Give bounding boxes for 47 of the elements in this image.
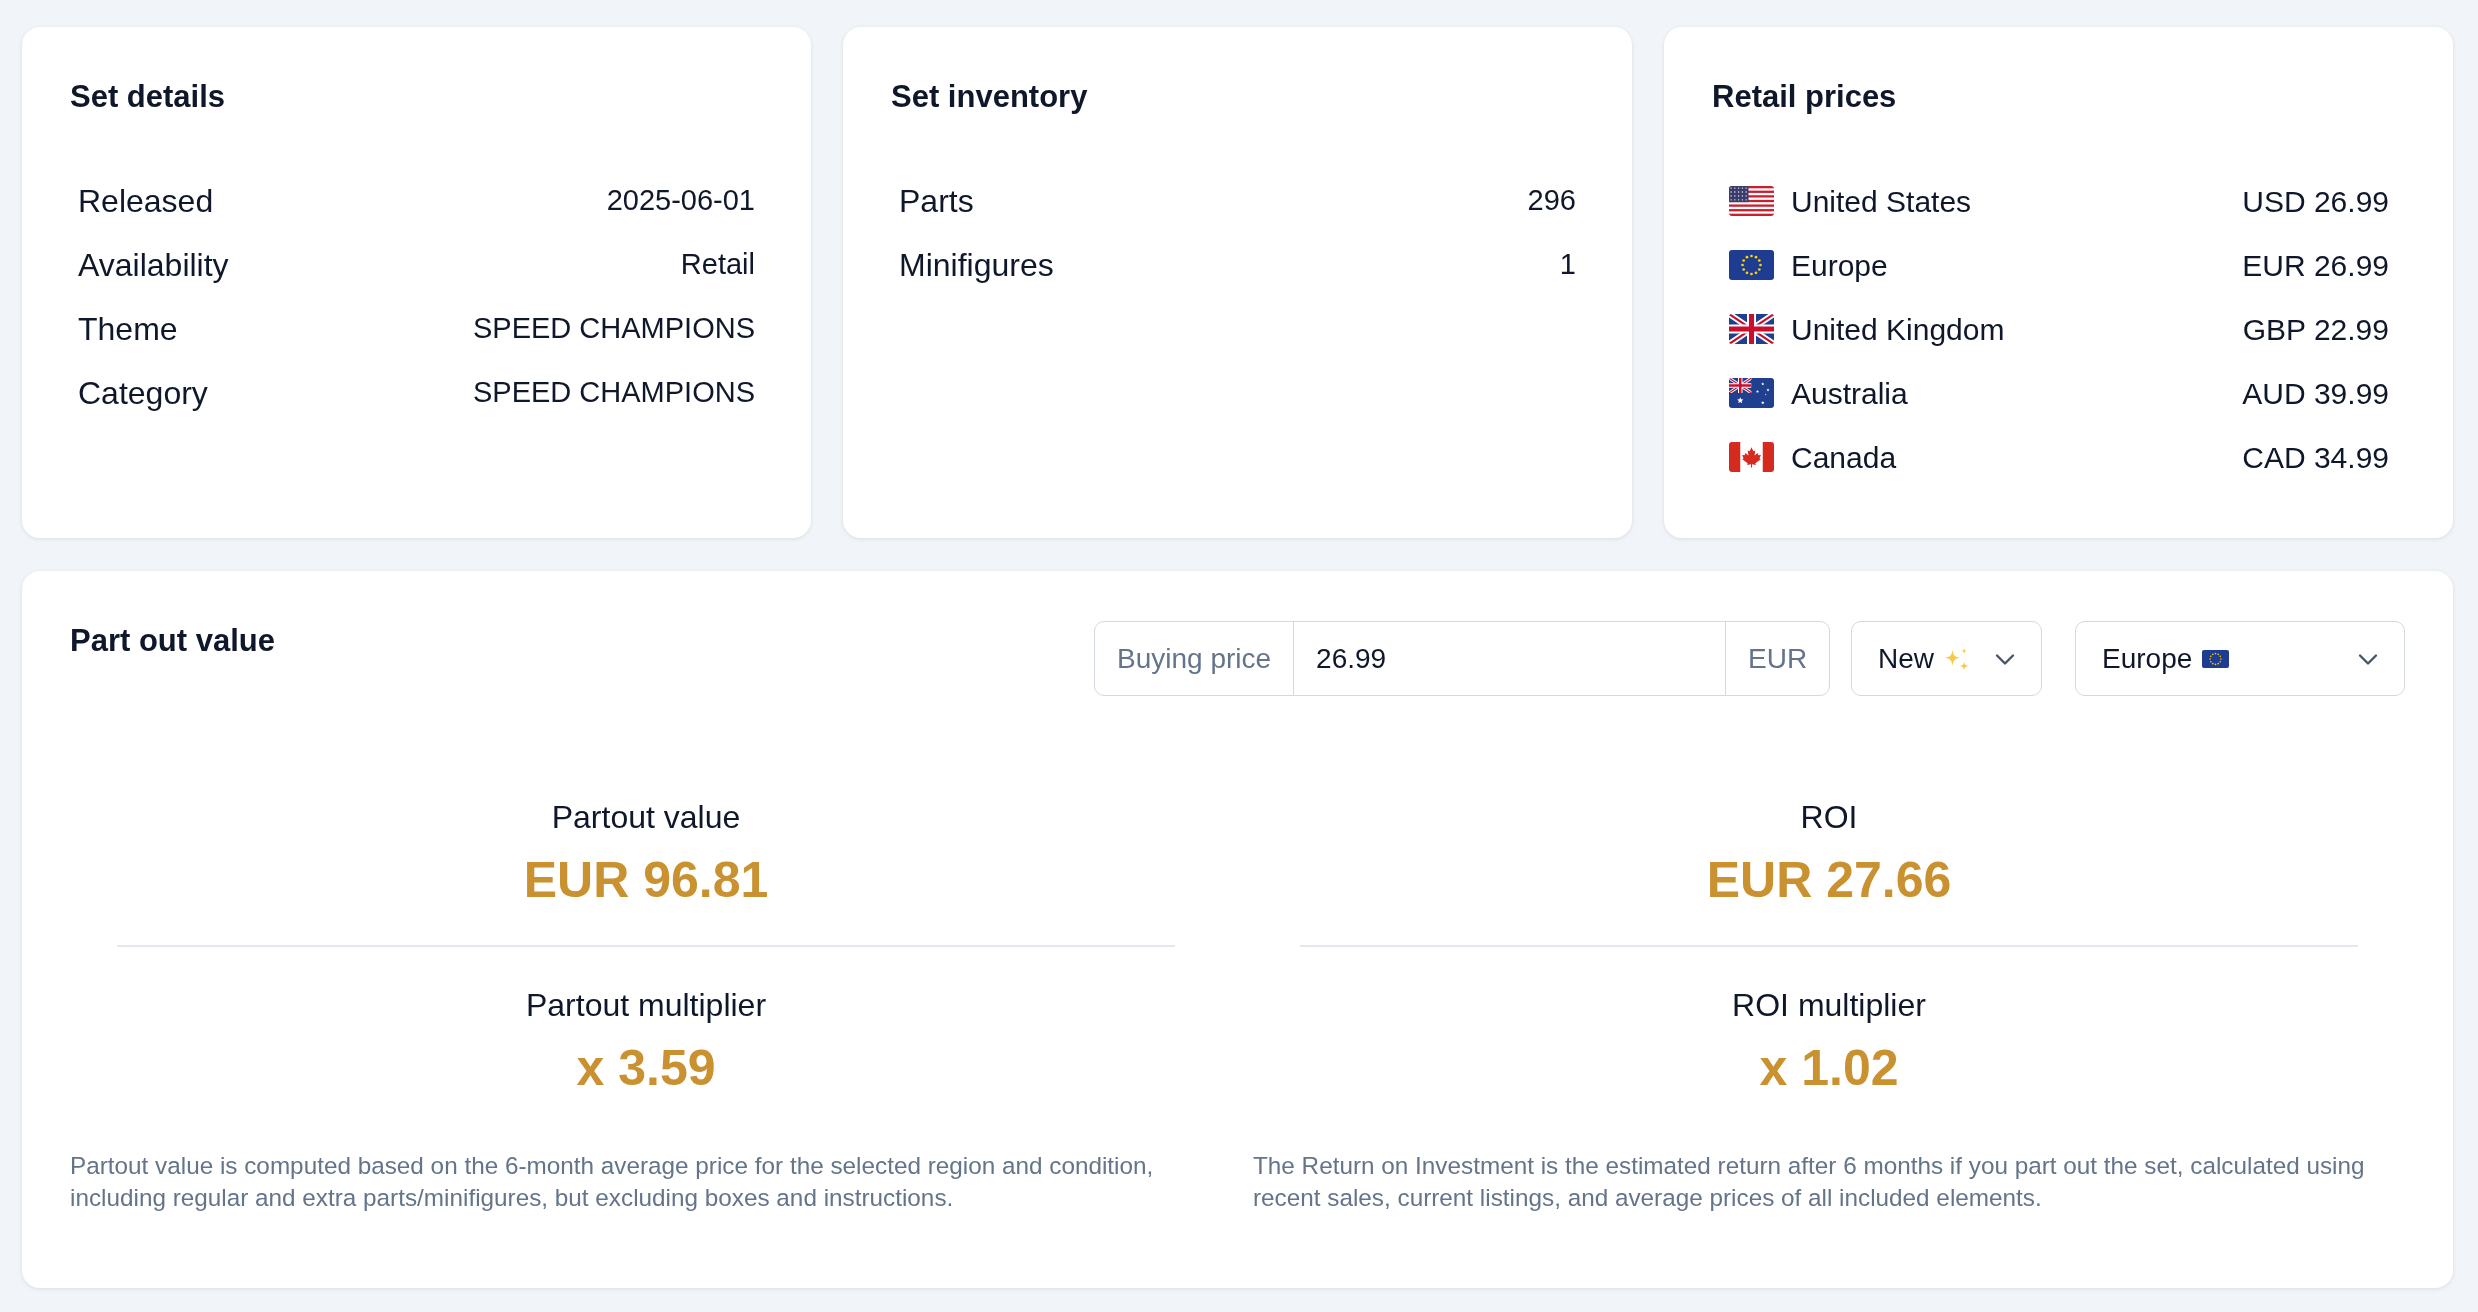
detail-value: 296 [1527, 183, 1576, 219]
metric-label: ROI multiplier [1732, 986, 1926, 1025]
card-title: Set inventory [891, 78, 1089, 116]
detail-label: Minifigures [899, 246, 1054, 285]
country-name: Canada [1791, 439, 1897, 476]
metric-value: x 1.02 [1759, 1039, 1899, 1098]
card-title: Retail prices [1712, 78, 1898, 116]
detail-value: Retail [680, 247, 755, 283]
detail-label: Category [78, 374, 208, 413]
footnote-text: The Return on Investment is the estimated return after 6 months if you part out the set, calculated using recent sales, current listings, and average prices of all included elements. [1253, 1151, 2366, 1213]
country-name: United Kingdom [1791, 311, 2005, 348]
european-flag-icon [1729, 250, 1774, 280]
metric-value: EUR 27.66 [1706, 851, 1952, 910]
price-value: AUD 39.99 [2242, 375, 2389, 412]
detail-label: Theme [78, 310, 178, 349]
buying-price-field[interactable]: 26.99 [1293, 621, 1727, 696]
metric-value: x 3.59 [576, 1039, 716, 1098]
australian-flag-icon [1729, 378, 1774, 408]
detail-label: Availability [78, 246, 229, 285]
detail-value: SPEED CHAMPIONS [473, 311, 755, 347]
price-value: CAD 34.99 [2242, 439, 2389, 476]
american-flag-icon [1729, 186, 1774, 216]
currency-label: EUR [1725, 621, 1831, 696]
country-name: United States [1791, 183, 1972, 220]
detail-label: Released [78, 182, 214, 221]
card-title: Part out value [70, 622, 275, 660]
metric-label: Partout value [551, 798, 741, 837]
european-flag-icon [2202, 649, 2230, 668]
metric-label: ROI [1800, 798, 1858, 837]
country-name: Australia [1791, 375, 1908, 412]
price-value: USD 26.99 [2242, 183, 2389, 220]
detail-value: 1 [1559, 247, 1576, 283]
condition-dropdown[interactable]: New [1851, 621, 2042, 696]
metric-label: Partout multiplier [525, 986, 767, 1025]
country-name: Europe [1791, 247, 1888, 284]
price-value: EUR 26.99 [2242, 247, 2389, 284]
detail-value: SPEED CHAMPIONS [473, 375, 755, 411]
buying-price-label: Buying price [1094, 621, 1295, 696]
detail-label: Parts [899, 182, 974, 221]
canadian-flag-icon [1729, 442, 1774, 472]
metric-value: EUR 96.81 [523, 851, 769, 910]
price-value: GBP 22.99 [2242, 311, 2389, 348]
region-dropdown[interactable]: Europe [2075, 621, 2405, 696]
british-flag-icon [1729, 314, 1774, 344]
detail-value: 2025-06-01 [606, 183, 755, 219]
footnote-text: Partout value is computed based on the 6-month average price for the selected region and condition, including regular and extra parts/minifigures, but excluding boxes and instructions. [70, 1151, 1155, 1213]
card-title: Set details [70, 78, 227, 116]
